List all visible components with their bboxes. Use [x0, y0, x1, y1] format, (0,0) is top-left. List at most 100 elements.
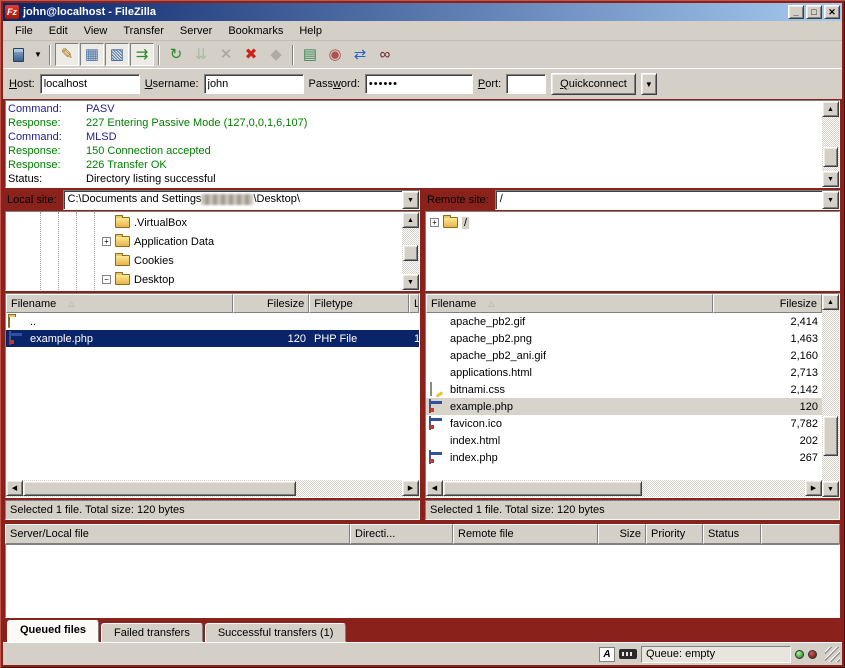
synchronized-browsing-button[interactable]: ⇄	[348, 43, 372, 66]
find-files-button[interactable]: ∞	[373, 43, 397, 66]
collapse-minus-icon[interactable]: −	[102, 275, 111, 284]
column-status[interactable]: Status	[703, 524, 761, 544]
file-row[interactable]: ..	[6, 313, 419, 330]
scroll-down-icon[interactable]: ▼	[822, 481, 839, 497]
scroll-up-icon[interactable]: ▲	[822, 294, 839, 310]
site-manager-button[interactable]	[6, 43, 30, 66]
column-remote-file[interactable]: Remote file	[453, 524, 598, 544]
scroll-down-icon[interactable]: ▼	[402, 274, 419, 290]
file-row[interactable]: apache_pb2.gif2,414	[426, 313, 822, 330]
remote-directory-tree: +/	[425, 211, 840, 291]
host-label: Host:	[9, 78, 35, 90]
remote-horizontal-scrollbar[interactable]: ◀ ▶	[426, 480, 822, 497]
toggle-transfer-queue-button[interactable]: ⇉	[130, 43, 154, 66]
scroll-down-icon[interactable]: ▼	[822, 171, 839, 187]
menu-edit[interactable]: Edit	[41, 23, 76, 39]
host-input[interactable]	[40, 74, 140, 94]
file-row[interactable]: favicon.ico7,782	[426, 415, 822, 432]
menu-file[interactable]: File	[7, 23, 41, 39]
menu-transfer[interactable]: Transfer	[115, 23, 172, 39]
column-filename[interactable]: Filename△	[6, 294, 233, 313]
scroll-left-icon[interactable]: ◀	[6, 480, 23, 496]
tab-failed-transfers[interactable]: Failed transfers	[101, 623, 203, 642]
local-horizontal-scrollbar[interactable]: ◀ ▶	[6, 480, 419, 497]
scroll-left-icon[interactable]: ◀	[426, 480, 443, 496]
menu-server[interactable]: Server	[172, 23, 220, 39]
username-input[interactable]	[204, 74, 304, 94]
remote-file-list: Filename△ Filesize apache_pb2.gif2,414 a…	[425, 293, 840, 498]
combo-dropdown-icon[interactable]: ▼	[822, 191, 839, 209]
toggle-message-log-button[interactable]: ✎	[55, 43, 79, 66]
tree-item[interactable]: +Application Data	[6, 232, 402, 251]
file-row[interactable]: applications.html2,713	[426, 364, 822, 381]
refresh-button[interactable]: ↻	[164, 43, 188, 66]
close-button[interactable]: ✕	[824, 5, 840, 19]
cancel-operation-button[interactable]: ✕	[214, 43, 238, 66]
window-title: john@localhost - FileZilla	[23, 6, 788, 18]
expand-plus-icon[interactable]: +	[430, 218, 439, 227]
column-direction[interactable]: Directi...	[350, 524, 453, 544]
process-queue-button[interactable]: ⇊	[189, 43, 213, 66]
scroll-thumb[interactable]	[23, 481, 296, 496]
tab-queued-files[interactable]: Queued files	[7, 620, 99, 642]
column-size[interactable]: Size	[598, 524, 646, 544]
site-manager-dropdown[interactable]: ▼	[31, 43, 45, 66]
tree-item[interactable]: +/	[426, 213, 839, 232]
toggle-remote-tree-button[interactable]: ▧	[105, 43, 129, 66]
reconnect-button[interactable]: ◆	[264, 43, 288, 66]
column-filesize[interactable]: Filesize	[233, 294, 309, 313]
scroll-thumb[interactable]	[443, 481, 642, 496]
column-filename[interactable]: Filename△	[426, 294, 713, 313]
local-site-combo[interactable]: C:\Documents and Settings\Desktop\ ▼	[63, 190, 420, 210]
column-priority[interactable]: Priority	[646, 524, 703, 544]
scroll-up-icon[interactable]: ▲	[402, 212, 419, 228]
quickconnect-dropdown[interactable]: ▼	[641, 73, 657, 95]
file-row[interactable]: index.html202	[426, 432, 822, 449]
tree-item[interactable]: −Desktop	[6, 270, 402, 289]
scroll-right-icon[interactable]: ▶	[402, 480, 419, 496]
file-row[interactable]: apache_pb2.png1,463	[426, 330, 822, 347]
toolbar-separator	[49, 45, 51, 65]
file-row[interactable]: apache_pb2_ani.gif2,160	[426, 347, 822, 364]
combo-dropdown-icon[interactable]: ▼	[402, 191, 419, 209]
file-row[interactable]: index.php267	[426, 449, 822, 466]
tree-item[interactable]: Cookies	[6, 251, 402, 270]
resize-grip[interactable]	[825, 647, 840, 662]
disconnect-button[interactable]: ✖	[239, 43, 263, 66]
menu-help[interactable]: Help	[291, 23, 330, 39]
sort-asc-icon: △	[68, 299, 74, 308]
column-filesize[interactable]: Filesize	[713, 294, 822, 313]
scroll-thumb[interactable]	[403, 245, 418, 261]
file-row-selected[interactable]: example.php 120 PHP File 1	[6, 330, 419, 347]
maximize-button[interactable]: □	[806, 5, 822, 19]
log-line: Response:227 Entering Passive Mode (127,…	[8, 116, 820, 130]
menu-bookmarks[interactable]: Bookmarks	[220, 23, 291, 39]
password-input[interactable]	[365, 74, 473, 94]
filter-button[interactable]: ▤	[298, 43, 322, 66]
toggle-local-tree-button[interactable]: ▦	[80, 43, 104, 66]
file-row[interactable]: bitnami.css2,142	[426, 381, 822, 398]
log-vertical-scrollbar[interactable]: ▲ ▼	[822, 101, 839, 187]
directory-comparison-button[interactable]: ◉	[323, 43, 347, 66]
scroll-thumb[interactable]	[823, 416, 838, 456]
port-input[interactable]	[506, 74, 546, 94]
column-filetype[interactable]: Filetype	[309, 294, 409, 313]
remote-site-bar: Remote site: / ▼	[425, 190, 840, 210]
column-server-local-file[interactable]: Server/Local file	[5, 524, 350, 544]
remote-vertical-scrollbar[interactable]: ▲ ▼	[822, 294, 839, 497]
tab-successful-transfers[interactable]: Successful transfers (1)	[205, 623, 347, 642]
minimize-button[interactable]: _	[788, 5, 804, 19]
expand-plus-icon[interactable]: +	[102, 237, 111, 246]
menu-view[interactable]: View	[76, 23, 116, 39]
scroll-thumb[interactable]	[823, 147, 838, 167]
local-selection-status: Selected 1 file. Total size: 120 bytes	[5, 500, 420, 520]
column-last-modified[interactable]: L	[409, 294, 419, 313]
local-tree-scrollbar[interactable]: ▲ ▼	[402, 212, 419, 290]
remote-site-combo[interactable]: / ▼	[495, 190, 840, 210]
tree-item[interactable]: .VirtualBox	[6, 213, 402, 232]
quickconnect-button[interactable]: Quickconnect	[551, 73, 636, 95]
scroll-up-icon[interactable]: ▲	[822, 101, 839, 117]
file-row-selected[interactable]: example.php120	[426, 398, 822, 415]
folder-icon	[115, 217, 130, 228]
scroll-right-icon[interactable]: ▶	[805, 480, 822, 496]
